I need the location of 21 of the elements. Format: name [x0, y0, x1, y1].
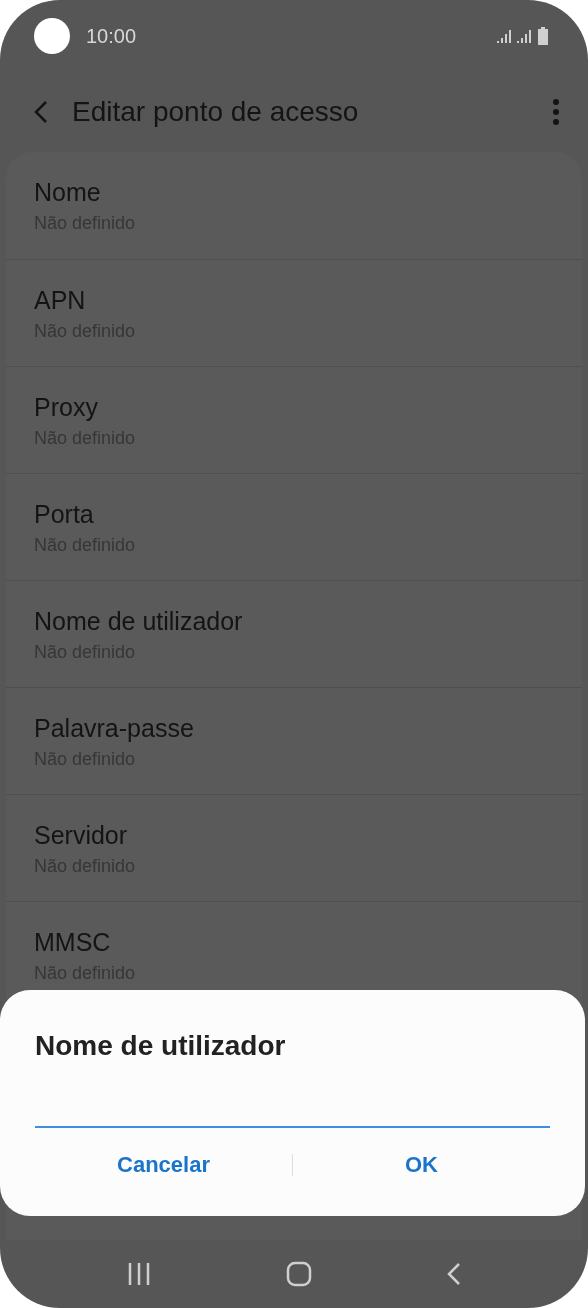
back-icon[interactable] — [34, 100, 48, 124]
page-title: Editar ponto de acesso — [72, 96, 360, 128]
signal-icon — [516, 28, 532, 44]
home-icon[interactable] — [286, 1261, 312, 1287]
setting-title[interactable]: Nome de utilizador — [34, 605, 554, 637]
recent-apps-icon[interactable] — [127, 1262, 152, 1286]
more-options-icon[interactable] — [552, 99, 560, 125]
setting-title[interactable]: Servidor — [34, 819, 554, 851]
dialog-title: Nome de utilizador — [35, 1029, 287, 1063]
setting-title[interactable]: MMSC — [34, 926, 554, 958]
setting-title[interactable]: Palavra-passe — [34, 712, 554, 744]
setting-title[interactable]: APN — [34, 284, 554, 316]
setting-title[interactable]: Porta — [34, 498, 554, 530]
dialog-button[interactable]: OK — [293, 1140, 550, 1190]
signal-icon — [496, 28, 512, 44]
setting-title[interactable]: Nome — [34, 176, 554, 208]
camera-cutout — [34, 18, 70, 54]
status-time: 10:00 — [86, 24, 138, 48]
battery-icon — [538, 27, 548, 45]
dialog-button[interactable]: Cancelar — [35, 1140, 292, 1190]
setting-title[interactable]: Proxy — [34, 391, 554, 423]
